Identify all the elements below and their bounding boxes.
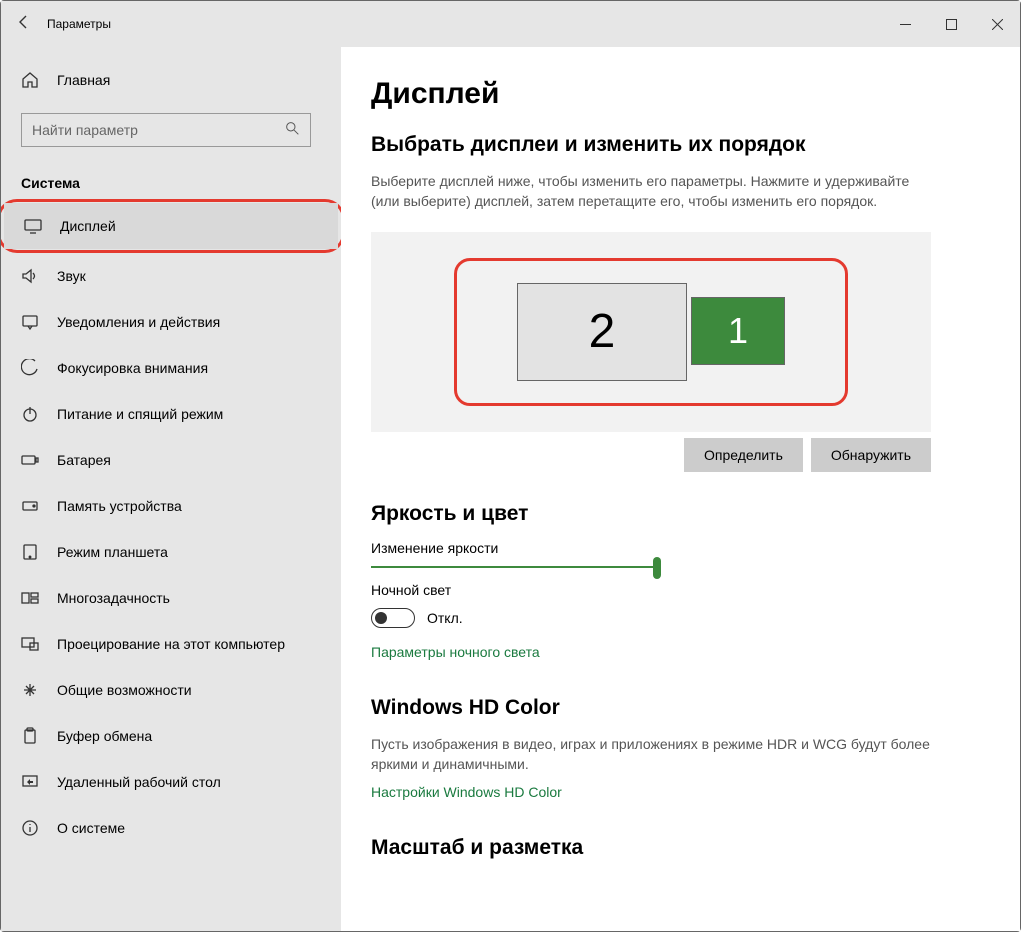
arrange-description: Выберите дисплей ниже, чтобы изменить ег…	[371, 171, 931, 212]
nav-power[interactable]: Питание и спящий режим	[1, 391, 341, 437]
clipboard-icon	[21, 727, 39, 745]
brightness-heading: Яркость и цвет	[371, 502, 931, 526]
nav-label: Дисплей	[60, 218, 116, 234]
focus-icon	[21, 359, 39, 377]
search-icon	[285, 121, 300, 139]
brightness-slider[interactable]	[371, 566, 661, 568]
nav-label: Общие возможности	[57, 682, 192, 698]
monitor-2[interactable]: 2	[517, 283, 687, 381]
nav-multitask[interactable]: Многозадачность	[1, 575, 341, 621]
nav-shared[interactable]: Общие возможности	[1, 667, 341, 713]
multitask-icon	[21, 589, 39, 607]
highlight-display: Дисплей	[1, 199, 341, 253]
nav-battery[interactable]: Батарея	[1, 437, 341, 483]
monitor-arrange-area[interactable]: 2 1	[371, 232, 931, 432]
nav-about[interactable]: О системе	[1, 805, 341, 851]
nav-display[interactable]: Дисплей	[4, 203, 338, 249]
about-icon	[21, 819, 39, 837]
brightness-slider-label: Изменение яркости	[371, 540, 931, 556]
search-input[interactable]	[32, 122, 285, 138]
arrange-heading: Выбрать дисплеи и изменить их порядок	[371, 133, 931, 157]
shared-icon	[21, 681, 39, 699]
maximize-button[interactable]	[928, 1, 974, 47]
page-title: Дисплей	[371, 77, 931, 111]
tablet-icon	[21, 543, 39, 561]
night-light-state: Откл.	[427, 610, 463, 626]
nav-focus[interactable]: Фокусировка внимания	[1, 345, 341, 391]
sound-icon	[21, 267, 39, 285]
nav-label: О системе	[57, 820, 125, 836]
nav-label: Проецирование на этот компьютер	[57, 636, 285, 652]
content: Дисплей Выбрать дисплеи и изменить их по…	[341, 47, 1020, 931]
power-icon	[21, 405, 39, 423]
nav-label: Батарея	[57, 452, 111, 468]
nav-label: Питание и спящий режим	[57, 406, 223, 422]
nav-tablet[interactable]: Режим планшета	[1, 529, 341, 575]
nav-sound[interactable]: Звук	[1, 253, 341, 299]
nav-notifications[interactable]: Уведомления и действия	[1, 299, 341, 345]
remote-icon	[21, 773, 39, 791]
nav-label: Фокусировка внимания	[57, 360, 208, 376]
hdcolor-link[interactable]: Настройки Windows HD Color	[371, 784, 562, 800]
storage-icon	[21, 497, 39, 515]
nav-label: Уведомления и действия	[57, 314, 220, 330]
back-button[interactable]	[1, 14, 47, 35]
nav-label: Многозадачность	[57, 590, 170, 606]
scale-heading: Масштаб и разметка	[371, 836, 931, 860]
nav-label: Режим планшета	[57, 544, 168, 560]
nav-remote[interactable]: Удаленный рабочий стол	[1, 759, 341, 805]
nav-label: Буфер обмена	[57, 728, 152, 744]
night-light-settings-link[interactable]: Параметры ночного света	[371, 644, 540, 660]
nav-storage[interactable]: Память устройства	[1, 483, 341, 529]
minimize-button[interactable]	[882, 1, 928, 47]
slider-thumb[interactable]	[653, 557, 661, 579]
home-icon	[21, 71, 39, 89]
hdcolor-description: Пусть изображения в видео, играх и прило…	[371, 734, 931, 775]
notification-icon	[21, 313, 39, 331]
detect-button[interactable]: Обнаружить	[811, 438, 931, 472]
nav-home[interactable]: Главная	[1, 61, 341, 99]
nav-label: Память устройства	[57, 498, 182, 514]
sidebar-category: Система	[1, 153, 341, 199]
hdcolor-heading: Windows HD Color	[371, 696, 931, 720]
battery-icon	[21, 451, 39, 469]
search-box[interactable]	[21, 113, 311, 147]
nav-project[interactable]: Проецирование на этот компьютер	[1, 621, 341, 667]
nav-home-label: Главная	[57, 72, 110, 88]
highlight-monitors: 2 1	[454, 258, 848, 406]
identify-button[interactable]: Определить	[684, 438, 803, 472]
nav-label: Звук	[57, 268, 86, 284]
nav-clipboard[interactable]: Буфер обмена	[1, 713, 341, 759]
night-light-label: Ночной свет	[371, 582, 931, 598]
window-title: Параметры	[47, 17, 111, 31]
titlebar: Параметры	[1, 1, 1020, 47]
monitor-1[interactable]: 1	[691, 297, 785, 365]
nav-label: Удаленный рабочий стол	[57, 774, 221, 790]
close-button[interactable]	[974, 1, 1020, 47]
project-icon	[21, 635, 39, 653]
night-light-toggle[interactable]	[371, 608, 415, 628]
display-icon	[24, 217, 42, 235]
sidebar: Главная Система Дисплей Звук	[1, 47, 341, 931]
